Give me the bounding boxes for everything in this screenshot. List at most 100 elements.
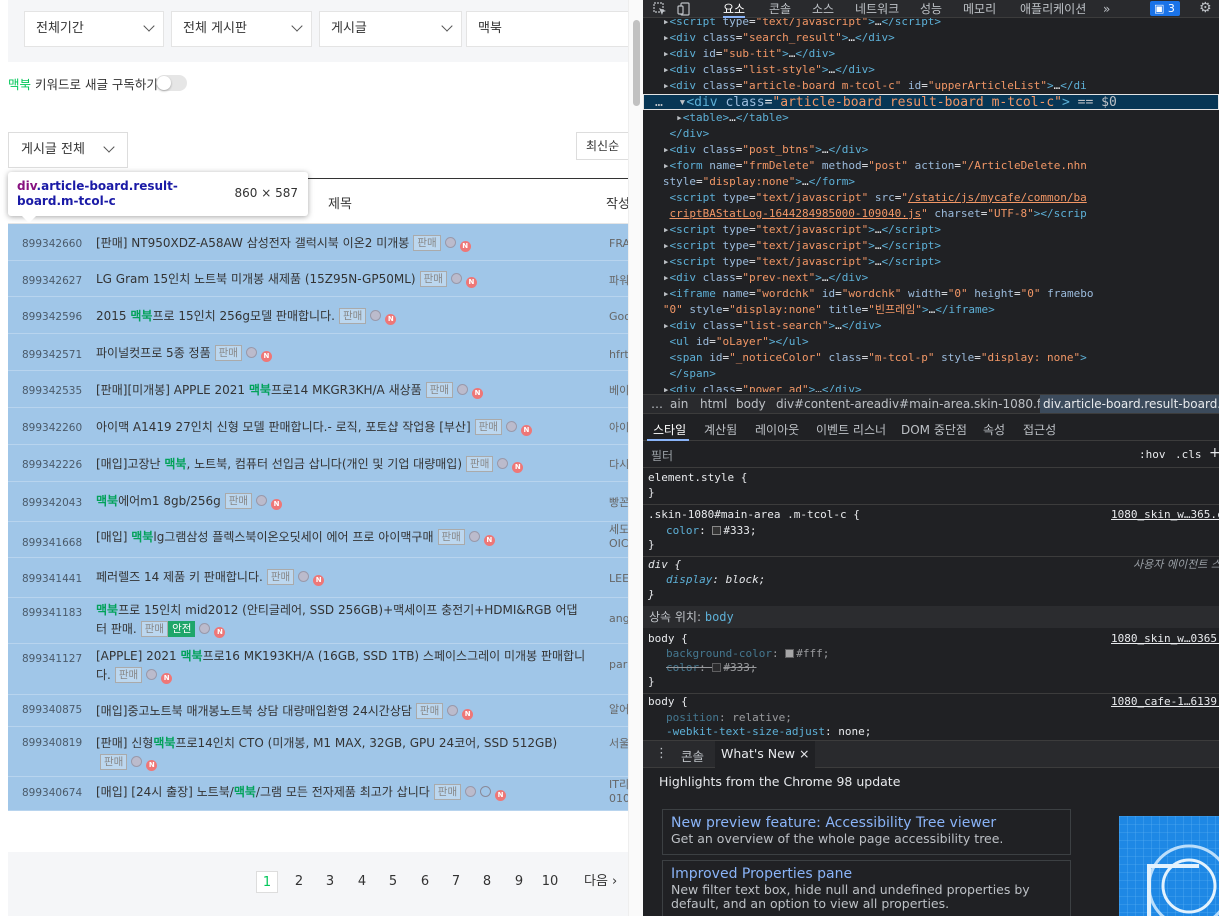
devtools-tab[interactable]: 애플리케이션 xyxy=(1020,0,1086,18)
table-row[interactable]: 899342596 2015 맥북프로 15인치 256g모델 판매합니다. 판매 N… xyxy=(8,297,643,334)
styles-subtab[interactable]: 접근성 xyxy=(1023,421,1056,438)
subscribe-toggle[interactable] xyxy=(156,75,187,91)
dom-node[interactable]: ▸<div class="prev-next">…</div> xyxy=(643,270,1219,286)
board-select[interactable]: 전체 게시판 xyxy=(171,11,312,47)
breadcrumb-item[interactable]: … xyxy=(651,395,663,413)
hov-toggle[interactable]: :hov xyxy=(1139,448,1166,461)
dom-node[interactable]: ▸<script type="text/javascript">…</scrip… xyxy=(643,18,1219,30)
page-number-button[interactable]: 9 xyxy=(508,871,530,893)
dom-node[interactable]: style="display:none">…</form> xyxy=(643,174,1219,190)
page-number-button[interactable]: 4 xyxy=(351,871,373,893)
page-number-button[interactable]: 1 xyxy=(256,871,278,893)
dom-node[interactable]: ▸<div class="list-style">…</div> xyxy=(643,62,1219,78)
dom-node[interactable]: ▸<form name="frmDelete" method="post" ac… xyxy=(643,158,1219,174)
table-row[interactable]: 899342627 LG Gram 15인치 노트북 미개봉 새제품 (15Z95… xyxy=(8,261,643,297)
article-title-link[interactable]: 2015 맥북프로 15인치 256g모델 판매합니다. xyxy=(96,309,335,323)
article-author[interactable]: ang xyxy=(609,612,630,626)
article-author[interactable]: 베이 xyxy=(609,384,629,398)
table-row[interactable]: 899342660 [판매] NT950XDZ-A58AW 삼성전자 갤럭시북 이… xyxy=(8,224,643,261)
devtools-tab[interactable]: 네트워크 xyxy=(855,0,899,18)
page-number-button[interactable]: 6 xyxy=(414,871,436,893)
dom-node[interactable]: ▸<div class="power_ad">…</div> xyxy=(643,382,1219,392)
table-row[interactable]: 899342043 맥북에어m1 8gb/256g 판매 N 빵꼰 xyxy=(8,482,643,522)
dom-node[interactable]: criptBAStatLog-1644284985000-109040.js" … xyxy=(643,206,1219,222)
style-source-link[interactable]: 1080_skin_w…0365.c xyxy=(1111,632,1219,646)
style-declaration[interactable]: color: #333; xyxy=(666,524,757,538)
devtools-tab[interactable]: 성능 xyxy=(920,0,942,18)
article-title-link[interactable]: 파이널컷프로 5종 정품 xyxy=(96,346,211,360)
dom-node[interactable]: <ul id="oLayer"></ul> xyxy=(643,334,1219,350)
styles-subtab[interactable]: 레이아웃 xyxy=(755,421,799,438)
whats-new-card[interactable]: Improved Properties pane New filter text… xyxy=(662,860,1071,916)
dom-node[interactable]: ▸<script type="text/javascript">…</scrip… xyxy=(643,238,1219,254)
article-author[interactable]: 아이 xyxy=(609,421,629,435)
article-title-link[interactable]: 페러렐즈 14 제품 키 판매합니다. xyxy=(96,570,263,584)
devtools-tab[interactable]: 콘솔 xyxy=(769,0,791,18)
table-row[interactable]: 899340875 [매입]중고노트북 매개봉노트북 상담 대량매입환영 24시간… xyxy=(8,695,643,727)
article-author[interactable]: 빵꼰 xyxy=(609,496,629,510)
dom-node[interactable]: <span id="_noticeColor" class="m-tcol-p"… xyxy=(643,350,1219,366)
article-author[interactable]: 다시 xyxy=(609,458,629,472)
breadcrumb-item[interactable]: ain xyxy=(670,395,688,413)
dom-node[interactable]: ▸<iframe name="wordchk" id="wordchk" wid… xyxy=(643,286,1219,302)
article-author[interactable]: LEE xyxy=(609,572,629,586)
card-title[interactable]: Improved Properties pane xyxy=(671,865,1062,883)
style-rule[interactable]: div { xyxy=(648,558,681,572)
search-input[interactable]: 맥북 xyxy=(466,11,636,47)
table-row[interactable]: 899340674 [매입] [24시 출장] 노트북/맥북/그램 모든 전자제품… xyxy=(8,777,643,811)
article-author[interactable]: FRA xyxy=(609,237,630,251)
style-rule[interactable]: .skin-1080#main-area .m-tcol-c { xyxy=(648,508,860,522)
devtools-tab[interactable]: 요소 xyxy=(723,0,746,18)
device-toolbar-icon[interactable] xyxy=(677,2,691,16)
scrollbar-thumb[interactable] xyxy=(633,20,640,106)
table-row[interactable]: 899342571 파이널컷프로 5종 정품 판매 Nhfrt xyxy=(8,334,643,371)
article-author[interactable]: 알어 xyxy=(609,703,629,717)
table-row[interactable]: 899341441 페러렐즈 14 제품 키 판매합니다. 판매 N LEE xyxy=(8,558,643,598)
dom-node[interactable]: ▸<script type="text/javascript">…</scrip… xyxy=(643,222,1219,238)
more-tabs-button[interactable]: » xyxy=(1103,0,1110,18)
style-rule[interactable]: body { xyxy=(648,695,688,709)
styles-subtab[interactable]: 스타일 xyxy=(653,421,686,438)
dom-node[interactable]: ▸<div class="search_result">…</div> xyxy=(643,30,1219,46)
article-author[interactable]: 파워 xyxy=(609,274,629,288)
breadcrumb-item[interactable]: div.article-board.result-board.m-tc xyxy=(1040,395,1219,413)
breadcrumb-item[interactable]: div#content-area xyxy=(776,395,881,413)
page-number-button[interactable]: 7 xyxy=(445,871,467,893)
table-row[interactable]: 899342535 [판매][미개봉] APPLE 2021 맥북프로14 MKG… xyxy=(8,371,643,408)
card-title[interactable]: New preview feature: Accessibility Tree … xyxy=(671,814,1062,832)
styles-filter-input[interactable]: 필터 xyxy=(651,447,673,464)
article-title-link[interactable]: LG Gram 15인치 노트북 미개봉 새제품 (15Z95N-GP50ML) xyxy=(96,272,416,286)
post-filter-select[interactable]: 게시글 전체 xyxy=(8,132,128,168)
breadcrumb-item[interactable]: html xyxy=(700,395,727,413)
next-page-button[interactable]: 다음 › xyxy=(584,871,617,893)
new-rule-button[interactable]: + xyxy=(1209,445,1219,461)
article-title-link[interactable]: [판매][미개봉] APPLE 2021 맥북프로14 MKGR3KH/A 새상… xyxy=(96,383,422,397)
dom-node[interactable]: "0" style="display:none" title="빈프레임">…<… xyxy=(643,302,1219,318)
style-declaration-overridden[interactable]: color: #333; xyxy=(666,661,757,675)
dom-node[interactable]: <script type="text/javascript" src="/sta… xyxy=(643,190,1219,206)
issues-badge[interactable]: ▣ 3 xyxy=(1150,1,1180,16)
dom-node[interactable]: ▸<table>…</table> xyxy=(643,110,1219,126)
style-declaration[interactable]: -webkit-text-size-adjust: none; xyxy=(666,725,871,739)
style-declaration[interactable]: display: block; xyxy=(666,573,765,587)
style-rule[interactable]: body { xyxy=(648,632,688,646)
dom-node[interactable]: ▸<div class="list-search">…</div> xyxy=(643,318,1219,334)
styles-subtab[interactable]: 속성 xyxy=(983,421,1005,438)
dom-node[interactable]: </div> xyxy=(643,126,1219,142)
dom-node[interactable]: </span> xyxy=(643,366,1219,382)
article-title-link[interactable]: 맥북에어m1 8gb/256g xyxy=(96,494,221,508)
page-number-button[interactable]: 2 xyxy=(288,871,310,893)
table-row[interactable]: 899340819 [판매] 신형맥북프로14인치 CTO (미개봉, M1 MA… xyxy=(8,727,643,777)
article-title-link[interactable]: [판매] NT950XDZ-A58AW 삼성전자 갤럭시북 이온2 미개봉 xyxy=(96,236,409,250)
page-number-button[interactable]: 5 xyxy=(382,871,404,893)
style-declaration[interactable]: position: relative; xyxy=(666,711,792,725)
inspect-element-icon[interactable] xyxy=(653,2,667,16)
sort-button[interactable]: 최신순 xyxy=(576,132,636,160)
devtools-tab[interactable]: 메모리 xyxy=(963,0,996,18)
style-rule[interactable]: element.style { xyxy=(648,471,747,485)
article-title-link[interactable]: [매입]중고노트북 매개봉노트북 상담 대량매입환영 24시간상담 xyxy=(96,704,412,718)
article-title-link[interactable]: [매입] 맥북lg그램삼성 플렉스북이온오딧세이 에어 프로 아이맥구매 xyxy=(96,530,434,544)
breadcrumb-item[interactable]: div#main-area.skin-1080.fl xyxy=(881,395,1044,413)
period-select[interactable]: 전체기간 xyxy=(24,11,164,47)
page-number-button[interactable]: 10 xyxy=(539,871,561,893)
